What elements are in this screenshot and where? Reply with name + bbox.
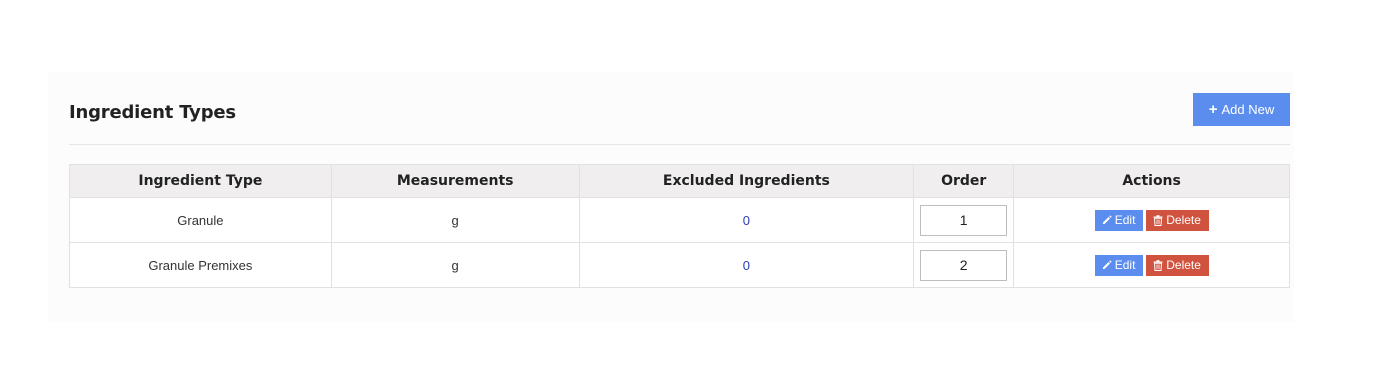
column-header-measurements[interactable]: Measurements bbox=[330, 164, 580, 198]
pencil-icon bbox=[1102, 215, 1112, 225]
actions-cell: Edit Delete bbox=[1013, 197, 1290, 243]
ingredient-types-table: Ingredient Type Measurements Excluded In… bbox=[69, 164, 1290, 288]
add-new-button[interactable]: + Add New bbox=[1193, 93, 1290, 126]
column-header-actions: Actions bbox=[1013, 164, 1290, 198]
edit-button[interactable]: Edit bbox=[1094, 254, 1143, 276]
order-input[interactable] bbox=[920, 249, 1008, 281]
measurement-cell: g bbox=[330, 242, 580, 288]
delete-button[interactable]: Delete bbox=[1145, 209, 1209, 231]
plus-icon: + bbox=[1208, 101, 1218, 118]
measurement-cell: g bbox=[330, 197, 580, 243]
ingredient-types-panel: Ingredient Types + Add New Ingredient Ty… bbox=[48, 72, 1294, 322]
trash-icon bbox=[1153, 214, 1163, 226]
table-header-row: Ingredient Type Measurements Excluded In… bbox=[69, 164, 1290, 198]
excluded-count-link[interactable]: 0 bbox=[578, 242, 915, 288]
table-row: Granule Premixes g 0 Edit bbox=[69, 242, 1290, 288]
pencil-icon bbox=[1102, 260, 1112, 270]
add-new-label: Add New bbox=[1221, 102, 1275, 117]
panel-header: Ingredient Types + Add New bbox=[69, 92, 1290, 145]
page-title: Ingredient Types bbox=[69, 102, 236, 123]
excluded-count-link[interactable]: 0 bbox=[578, 197, 915, 243]
column-header-ingredient-type[interactable]: Ingredient Type bbox=[69, 164, 332, 198]
trash-icon bbox=[1153, 259, 1163, 271]
order-input[interactable] bbox=[920, 204, 1008, 236]
column-header-excluded-ingredients[interactable]: Excluded Ingredients bbox=[578, 164, 915, 198]
edit-button[interactable]: Edit bbox=[1094, 209, 1143, 231]
delete-label: Delete bbox=[1166, 213, 1201, 227]
edit-label: Edit bbox=[1114, 258, 1136, 272]
delete-button[interactable]: Delete bbox=[1145, 254, 1209, 276]
order-cell bbox=[913, 197, 1015, 243]
ingredient-type-cell: Granule Premixes bbox=[69, 242, 332, 288]
ingredient-type-cell: Granule bbox=[69, 197, 332, 243]
column-header-order[interactable]: Order bbox=[913, 164, 1015, 198]
order-cell bbox=[913, 242, 1015, 288]
edit-label: Edit bbox=[1114, 213, 1136, 227]
table-row: Granule g 0 Edit bbox=[69, 197, 1290, 243]
actions-cell: Edit Delete bbox=[1013, 242, 1290, 288]
delete-label: Delete bbox=[1166, 258, 1201, 272]
